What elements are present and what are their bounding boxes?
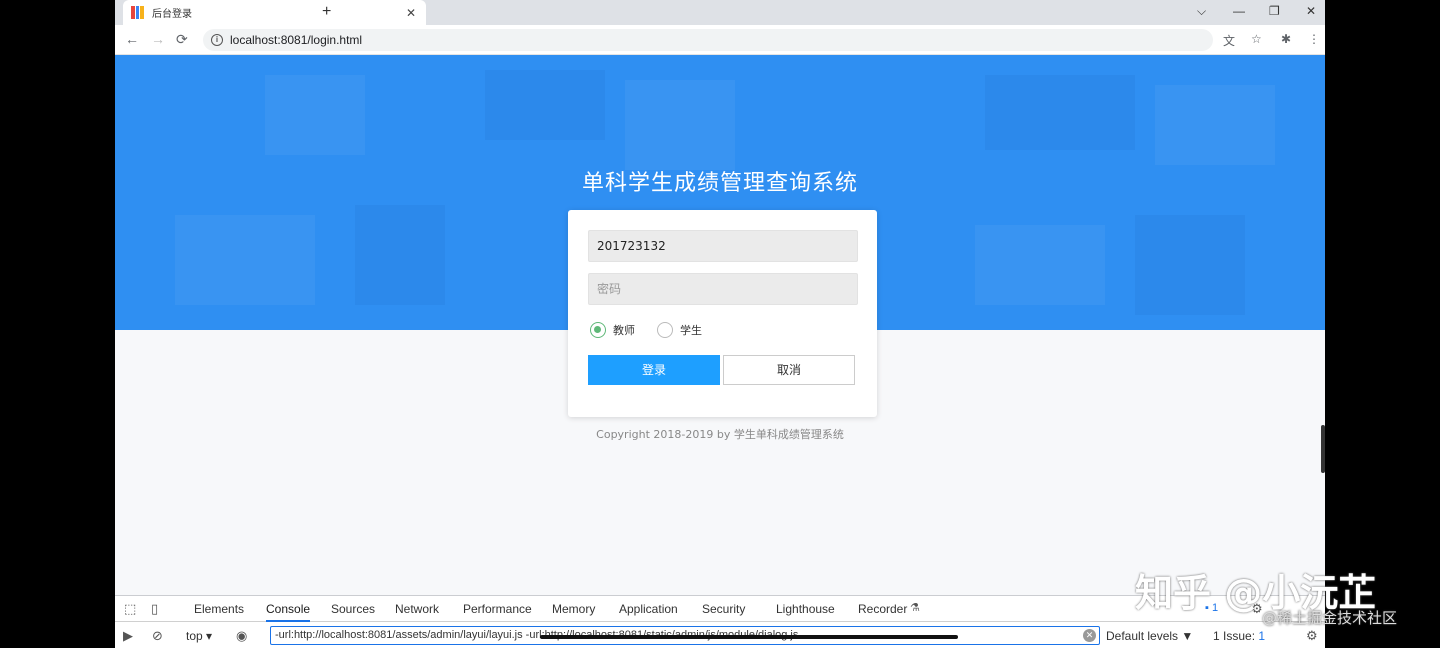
radio-teacher[interactable]: [590, 322, 606, 338]
copyright-text: Copyright 2018-2019 by 学生单科成绩管理系统: [596, 428, 844, 441]
browser-toolbar: ← → ⟳ i localhost:8081/login.html 文 ☆ ✱ …: [115, 25, 1325, 55]
login-page: 单科学生成绩管理查询系统 201723132 密码 教师 学生 登录 取消 Co…: [115, 55, 1325, 595]
tab-application[interactable]: Application: [619, 602, 678, 616]
radio-label-teacher[interactable]: 教师: [613, 322, 635, 338]
site-info-icon[interactable]: i: [211, 34, 223, 46]
clear-console-icon[interactable]: ⊘: [152, 628, 163, 644]
radio-label-student[interactable]: 学生: [680, 322, 702, 338]
tab-elements[interactable]: Elements: [194, 602, 244, 616]
context-selector[interactable]: top ▾: [186, 629, 212, 643]
log-levels-dropdown[interactable]: Default levels ▼: [1106, 629, 1193, 643]
login-card: 201723132 密码 教师 学生 登录 取消: [568, 210, 877, 417]
forward-button[interactable]: →: [151, 31, 165, 47]
juejin-watermark: @稀土掘金技术社区: [1262, 609, 1398, 627]
inspect-element-icon[interactable]: ⬚: [124, 601, 136, 617]
reload-button[interactable]: ⟳: [176, 31, 188, 48]
tab-sources[interactable]: Sources: [331, 602, 375, 616]
issues-label: 1 Issue:: [1213, 629, 1256, 643]
tab-console[interactable]: Console: [266, 602, 311, 622]
issues-count: 1: [1258, 629, 1266, 643]
browser-window: 后台登录 ✕ + ⌵ — ❐ ✕ ← → ⟳ i localhost:8081/…: [115, 0, 1325, 648]
address-bar[interactable]: i localhost:8081/login.html: [203, 29, 1213, 51]
bookmark-star-icon[interactable]: ☆: [1251, 32, 1262, 46]
url-text: localhost:8081/login.html: [230, 33, 363, 47]
site-favicon-icon: [131, 6, 145, 19]
tab-recorder[interactable]: Recorder: [858, 602, 907, 616]
back-button[interactable]: ←: [125, 31, 139, 47]
recorder-flask-icon: ⚗: [910, 602, 920, 614]
menu-dots-icon[interactable]: ⋮: [1308, 32, 1320, 46]
minimize-button[interactable]: —: [1233, 4, 1245, 18]
extensions-icon[interactable]: ✱: [1281, 32, 1291, 46]
login-button[interactable]: 登录: [588, 355, 720, 385]
close-window-button[interactable]: ✕: [1306, 4, 1316, 18]
issues-button[interactable]: 1 Issue: 1: [1213, 629, 1265, 643]
clear-filter-icon[interactable]: ✕: [1083, 629, 1096, 642]
tab-network[interactable]: Network: [395, 602, 439, 616]
tab-performance[interactable]: Performance: [463, 602, 532, 616]
new-tab-button[interactable]: +: [322, 3, 331, 21]
browser-tab[interactable]: 后台登录 ✕: [123, 0, 426, 25]
password-input[interactable]: 密码: [588, 273, 858, 305]
device-toolbar-icon[interactable]: ▯: [151, 601, 158, 617]
tab-close-icon[interactable]: ✕: [404, 6, 418, 20]
translate-icon[interactable]: 文: [1223, 32, 1235, 49]
tab-strip: 后台登录 ✕ + ⌵ — ❐ ✕: [115, 0, 1325, 25]
sidebar-toggle-icon[interactable]: ▶: [123, 628, 133, 644]
cancel-button[interactable]: 取消: [723, 355, 855, 385]
live-expression-eye-icon[interactable]: ◉: [236, 628, 247, 644]
scrollbar-handle[interactable]: [1321, 425, 1325, 473]
tab-security[interactable]: Security: [702, 602, 745, 616]
tab-search-icon[interactable]: ⌵: [1197, 4, 1206, 19]
tab-memory[interactable]: Memory: [552, 602, 595, 616]
system-title: 单科学生成绩管理查询系统: [581, 171, 858, 196]
restore-button[interactable]: ❐: [1269, 4, 1280, 18]
console-settings-icon[interactable]: ⚙: [1306, 628, 1318, 644]
role-selector: 教师 学生: [590, 322, 724, 338]
context-label: top: [186, 629, 203, 643]
username-input[interactable]: 201723132: [588, 230, 858, 262]
home-indicator: [540, 635, 958, 639]
tab-title: 后台登录: [152, 9, 192, 20]
tab-lighthouse[interactable]: Lighthouse: [776, 602, 835, 616]
radio-student[interactable]: [657, 322, 673, 338]
